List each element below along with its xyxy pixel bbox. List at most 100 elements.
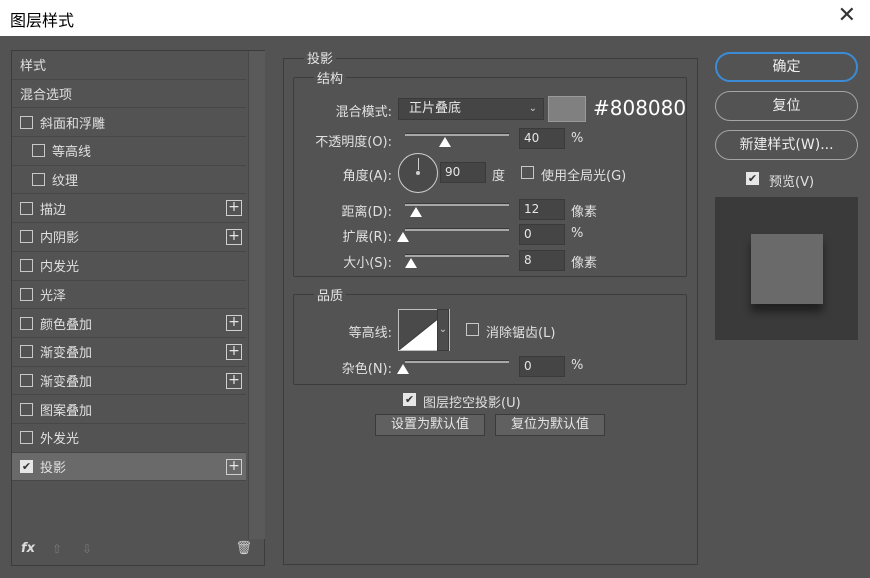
styles-list-scrollbar[interactable] — [248, 51, 265, 539]
title-bar: 图层样式 ✕ — [0, 0, 870, 36]
contour-dropdown-caret[interactable]: ⌄ — [437, 309, 449, 351]
spread-slider[interactable] — [405, 228, 509, 231]
preview-checkbox[interactable]: ✔ — [746, 172, 759, 185]
style-item-label: 渐变叠加 — [40, 346, 93, 362]
preview-square — [751, 234, 823, 304]
add-effect-plus-icon[interactable]: + — [226, 200, 242, 217]
size-unit: 像素 — [571, 256, 598, 271]
window-title: 图层样式 — [10, 11, 75, 30]
add-effect-plus-icon[interactable]: + — [226, 315, 242, 332]
style-item[interactable]: 描边 + — [12, 194, 246, 224]
section-title: 投影 — [304, 48, 337, 67]
style-item-label: 图案叠加 — [40, 403, 93, 419]
style-item-checkbox[interactable]: ✔ — [20, 459, 33, 473]
noise-slider-thumb[interactable] — [397, 364, 409, 374]
style-item-checkbox[interactable] — [20, 431, 33, 445]
style-item[interactable]: 等高线 — [12, 137, 246, 166]
noise-slider[interactable] — [405, 360, 509, 363]
global-light-label: 使用全局光(G) — [541, 169, 627, 184]
distance-input[interactable]: 12 — [519, 199, 565, 220]
shadow-color-swatch[interactable] — [548, 96, 586, 122]
noise-label: 杂色(N): — [341, 362, 392, 377]
distance-slider[interactable] — [405, 203, 509, 206]
angle-input[interactable]: 90 — [440, 162, 486, 183]
chevron-down-icon: ⌄ — [528, 103, 537, 114]
noise-unit: % — [571, 358, 584, 373]
style-item-checkbox[interactable] — [20, 259, 33, 273]
style-item[interactable]: 混合选项 — [12, 80, 246, 109]
angle-unit: 度 — [492, 169, 506, 184]
style-item[interactable]: 内发光 — [12, 252, 246, 281]
style-item-checkbox[interactable] — [32, 144, 45, 158]
style-item-checkbox[interactable] — [20, 287, 33, 301]
styles-list-footer: fx ⇧ ⇩ 🗑 — [12, 537, 264, 565]
preview-label: 预览(V) — [769, 175, 815, 190]
style-item[interactable]: 渐变叠加 + — [12, 367, 246, 396]
style-item[interactable]: 样式 — [12, 51, 246, 80]
structure-title: 结构 — [314, 68, 347, 87]
style-item-label: 渐变叠加 — [40, 374, 93, 390]
new-style-button[interactable]: 新建样式(W)... — [715, 130, 858, 160]
trash-icon[interactable]: 🗑 — [235, 541, 252, 556]
contour-label: 等高线: — [348, 326, 392, 341]
size-input[interactable]: 8 — [519, 250, 565, 271]
style-item[interactable]: 图案叠加 — [12, 395, 246, 424]
global-light-checkbox[interactable] — [521, 166, 534, 179]
angle-label: 角度(A): — [342, 169, 392, 184]
shadow-color-hex: #808080 — [593, 96, 687, 120]
add-effect-plus-icon[interactable]: + — [226, 343, 242, 360]
size-slider-thumb[interactable] — [405, 258, 417, 268]
style-item-label: 等高线 — [52, 145, 92, 161]
move-up-icon[interactable]: ⇧ — [52, 542, 62, 556]
style-item-checkbox[interactable] — [20, 402, 33, 416]
style-item-checkbox[interactable] — [32, 173, 45, 187]
style-item-checkbox[interactable] — [20, 316, 33, 330]
style-item-checkbox[interactable] — [20, 115, 33, 129]
set-default-button[interactable]: 设置为默认值 — [375, 414, 485, 436]
ok-button[interactable]: 确定 — [715, 52, 858, 82]
style-item[interactable]: 斜面和浮雕 — [12, 108, 246, 138]
blend-mode-dropdown[interactable]: 正片叠底 ⌄ — [398, 98, 544, 120]
styles-list-panel: 样式 混合选项 斜面和浮雕 等高线 纹理 描边 + 内阴影 + 内发光 光泽 颜色叠加 + 渐变叠加 + 渐变… — [11, 50, 265, 566]
style-item[interactable]: 颜色叠加 + — [12, 309, 246, 338]
fx-button[interactable]: fx — [21, 541, 35, 556]
spread-input[interactable]: 0 — [519, 224, 565, 245]
style-item-checkbox[interactable] — [20, 230, 33, 244]
knockout-checkbox[interactable]: ✔ — [403, 393, 416, 406]
style-item-label: 纹理 — [52, 174, 79, 190]
style-item[interactable]: ✔ 投影 + — [12, 452, 246, 482]
style-item[interactable]: 外发光 — [12, 424, 246, 453]
style-item-checkbox[interactable] — [20, 345, 33, 359]
spread-slider-thumb[interactable] — [397, 232, 409, 242]
add-effect-plus-icon[interactable]: + — [226, 372, 242, 389]
opacity-input[interactable]: 40 — [519, 128, 565, 149]
move-down-icon[interactable]: ⇩ — [82, 542, 92, 556]
reset-default-button[interactable]: 复位为默认值 — [495, 414, 605, 436]
style-item-label: 描边 — [40, 202, 67, 218]
style-item-label: 颜色叠加 — [40, 317, 93, 333]
angle-dial[interactable] — [398, 153, 438, 193]
spread-label: 扩展(R): — [342, 230, 392, 245]
noise-input[interactable]: 0 — [519, 356, 565, 377]
styles-list: 样式 混合选项 斜面和浮雕 等高线 纹理 描边 + 内阴影 + 内发光 光泽 颜色叠加 + 渐变叠加 + 渐变… — [12, 51, 246, 482]
add-effect-plus-icon[interactable]: + — [226, 458, 242, 475]
distance-slider-thumb[interactable] — [410, 207, 422, 217]
size-slider[interactable] — [405, 254, 509, 257]
opacity-slider-thumb[interactable] — [439, 137, 451, 147]
reset-button[interactable]: 复位 — [715, 91, 858, 121]
angle-dial-center — [416, 171, 420, 175]
style-item[interactable]: 纹理 — [12, 166, 246, 195]
size-label: 大小(S): — [343, 256, 392, 271]
opacity-label: 不透明度(O): — [315, 135, 392, 150]
style-item[interactable]: 内阴影 + — [12, 223, 246, 252]
close-icon[interactable]: ✕ — [838, 4, 856, 28]
style-item-label: 混合选项 — [20, 88, 73, 104]
style-item-checkbox[interactable] — [20, 373, 33, 387]
add-effect-plus-icon[interactable]: + — [226, 229, 242, 246]
style-item-checkbox[interactable] — [20, 201, 33, 215]
antialias-checkbox[interactable] — [466, 323, 479, 336]
knockout-label: 图层挖空投影(U) — [423, 396, 521, 411]
opacity-slider[interactable] — [405, 133, 509, 136]
style-item[interactable]: 渐变叠加 + — [12, 338, 246, 367]
style-item[interactable]: 光泽 — [12, 281, 246, 310]
